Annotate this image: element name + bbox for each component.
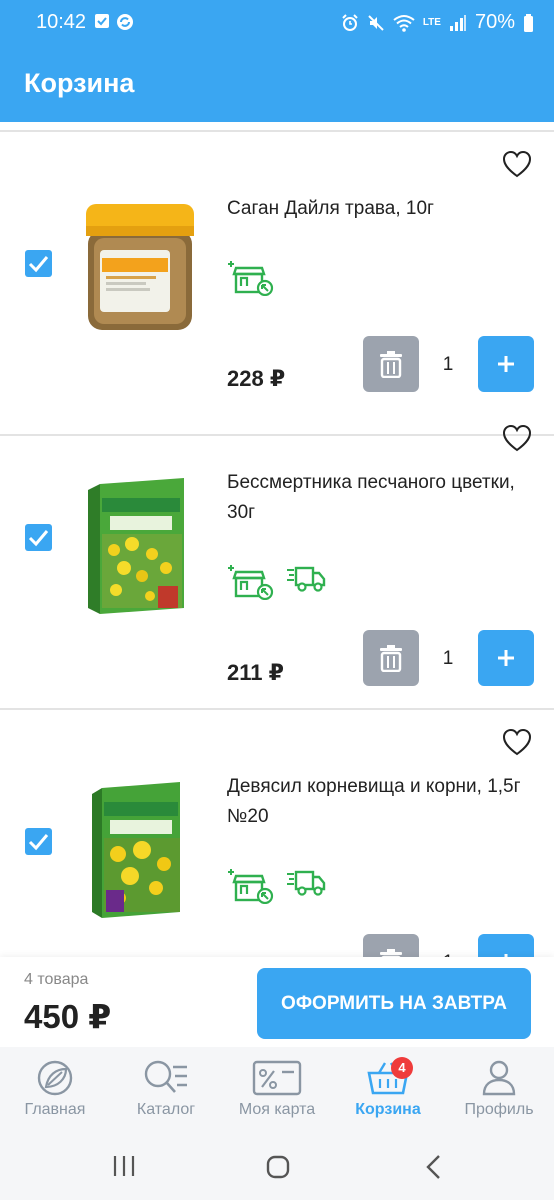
bottom-tab-bar: Главная Каталог Моя карта 4 Корзина Проф…: [0, 1047, 554, 1132]
cart-item: Девясил корневища и корни, 1,5г №20 1: [0, 710, 554, 957]
pickup-store-icon: [228, 565, 274, 600]
cart-item: Саган Дайля трава, 10г 228 ₽ 1: [0, 132, 554, 436]
checkbox-notification-icon: [95, 14, 109, 28]
status-bar: 10:42 LTE 70%: [0, 0, 554, 46]
cart-count-badge: 4: [391, 1057, 413, 1079]
increase-quantity-button[interactable]: [478, 336, 534, 392]
alarm-icon: [342, 13, 358, 31]
cart-list[interactable]: Саган Дайля трава, 10г 228 ₽ 1 Бессмертн…: [0, 122, 554, 957]
product-name[interactable]: Саган Дайля трава, 10г: [227, 194, 527, 224]
item-select-checkbox[interactable]: [25, 250, 52, 277]
product-image: [86, 204, 194, 330]
wifi-icon: [393, 14, 415, 32]
item-select-checkbox[interactable]: [25, 828, 52, 855]
plus-icon: [498, 650, 514, 666]
trash-icon: [380, 949, 402, 957]
signal-icon: [449, 14, 466, 31]
product-name[interactable]: Девясил корневища и корни, 1,5г №20: [227, 772, 527, 832]
cart-item: Бессмертника песчаного цветки, 30г 211 ₽…: [0, 406, 554, 710]
back-icon[interactable]: [424, 1154, 444, 1180]
checkmark-icon: [28, 834, 49, 851]
network-type: LTE: [422, 17, 441, 28]
checkout-summary: 4 товара 450 ₽ ОФОРМИТЬ НА ЗАВТРА: [0, 957, 554, 1047]
tab-label: Корзина: [355, 1101, 421, 1118]
product-name[interactable]: Бессмертника песчаного цветки, 30г: [227, 468, 527, 528]
tab-my-card[interactable]: Моя карта: [222, 1059, 332, 1119]
tab-label: Профиль: [464, 1101, 534, 1118]
tab-label: Моя карта: [238, 1101, 316, 1118]
page-title: Корзина: [24, 68, 135, 98]
cart-total: 450 ₽: [24, 998, 112, 1035]
checkmark-icon: [28, 256, 49, 273]
availability-badges: [226, 256, 274, 296]
mute-icon: [368, 14, 384, 31]
delivery-truck-icon: [287, 566, 326, 592]
status-notification-icons: [94, 13, 134, 31]
pickup-store-icon: [228, 869, 274, 904]
delete-button[interactable]: [363, 336, 419, 392]
product-image: [88, 478, 184, 614]
item-select-checkbox[interactable]: [25, 524, 52, 551]
plus-icon: [498, 356, 514, 372]
discount-card-icon: [252, 1060, 302, 1096]
battery-percent: 70%: [474, 11, 515, 33]
tab-label: Главная: [24, 1101, 86, 1118]
tab-catalog[interactable]: Каталог: [111, 1059, 221, 1119]
favorite-heart-icon[interactable]: [502, 424, 532, 452]
increase-quantity-button[interactable]: [478, 934, 534, 957]
profile-icon: [482, 1060, 516, 1096]
delivery-truck-icon: [287, 870, 326, 896]
favorite-heart-icon[interactable]: [502, 150, 532, 178]
home-button-icon[interactable]: [265, 1154, 291, 1180]
tab-cart[interactable]: 4 Корзина: [333, 1057, 443, 1119]
availability-badges: [226, 560, 326, 600]
product-price: 228 ₽: [227, 366, 286, 391]
checkout-button[interactable]: ОФОРМИТЬ НА ЗАВТРА: [257, 968, 531, 1039]
app-header: Корзина: [0, 46, 554, 122]
favorite-heart-icon[interactable]: [502, 728, 532, 756]
trash-icon: [380, 645, 402, 672]
tab-label: Каталог: [136, 1101, 196, 1118]
increase-quantity-button[interactable]: [478, 630, 534, 686]
quantity-value: 1: [442, 354, 454, 375]
checkmark-icon: [28, 530, 49, 547]
sync-notification-icon: [117, 14, 133, 30]
status-time: 10:42: [36, 11, 87, 33]
product-image: [92, 782, 180, 918]
trash-icon: [380, 351, 402, 378]
tab-profile[interactable]: Профиль: [444, 1059, 554, 1119]
recent-apps-icon[interactable]: [112, 1154, 136, 1178]
items-count: 4 товара: [24, 971, 89, 988]
quantity-value: 1: [442, 648, 454, 669]
tab-home[interactable]: Главная: [0, 1059, 110, 1119]
battery-icon: [524, 13, 533, 32]
status-system-icons: LTE 70%: [341, 11, 534, 34]
system-navigation-bar: [0, 1132, 554, 1200]
availability-badges: [226, 864, 326, 904]
home-leaf-icon: [37, 1060, 73, 1096]
catalog-search-icon: [144, 1060, 187, 1093]
delete-button[interactable]: [363, 630, 419, 686]
delete-button[interactable]: [363, 934, 419, 957]
pickup-store-icon: [228, 261, 274, 296]
product-price: 211 ₽: [227, 660, 284, 685]
